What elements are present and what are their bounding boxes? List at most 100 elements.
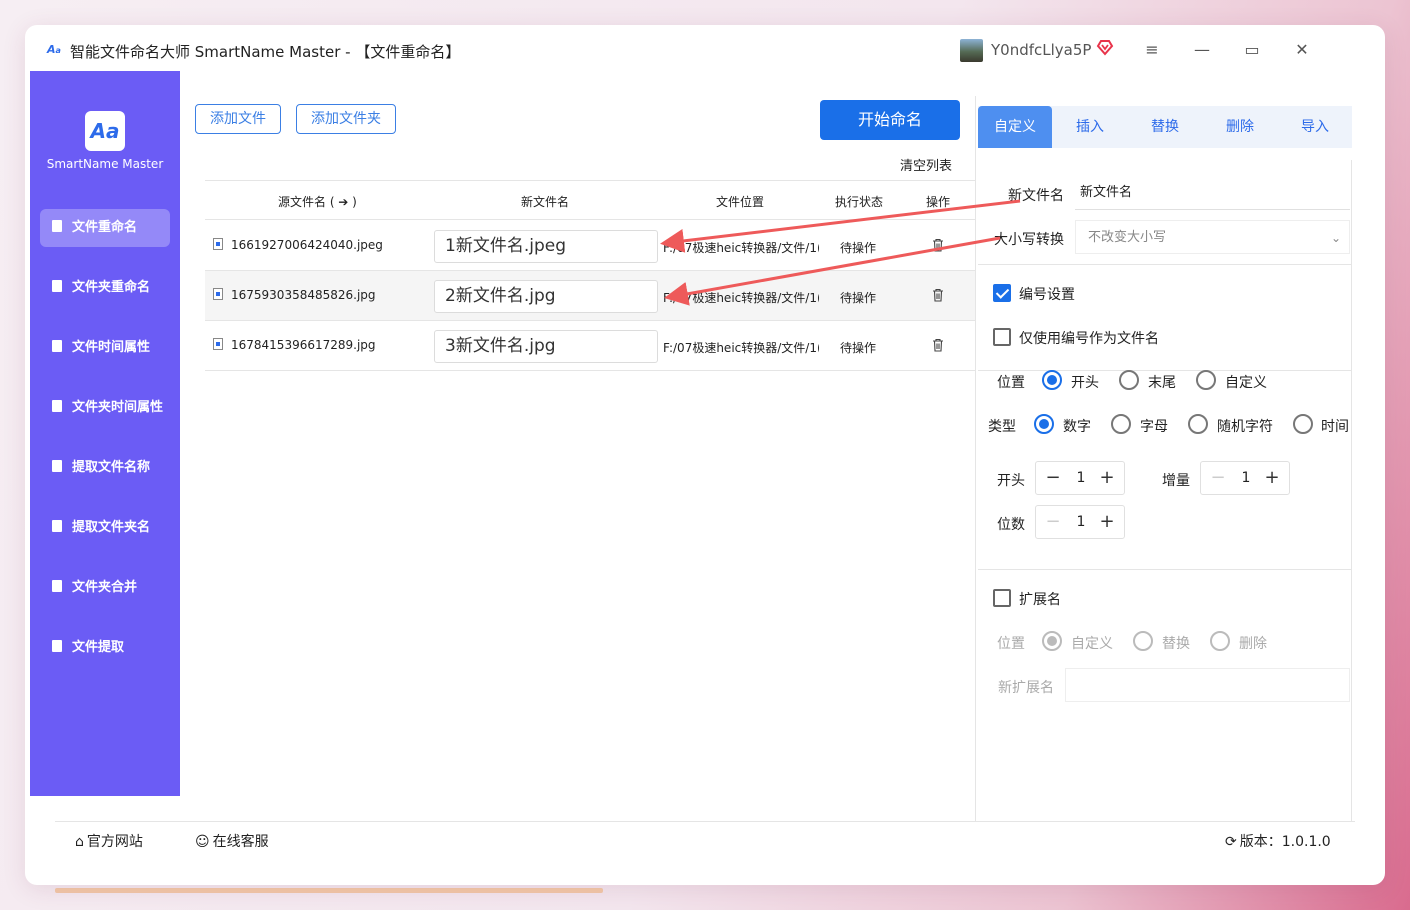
add-folder-button[interactable]: 添加文件夹 bbox=[296, 104, 396, 134]
website-link[interactable]: ⌂ 官方网站 bbox=[75, 831, 143, 851]
new-filename-field[interactable]: 3新文件名.jpg bbox=[434, 330, 658, 363]
minus-icon[interactable]: − bbox=[1209, 468, 1227, 488]
new-filename-field[interactable]: 1新文件名.jpeg bbox=[434, 230, 658, 263]
header-status: 执行状态 bbox=[835, 195, 884, 209]
type-letter-label: 字母 bbox=[1140, 419, 1168, 435]
new-ext-label: 新扩展名 bbox=[998, 680, 1054, 696]
trash-icon[interactable] bbox=[932, 288, 944, 302]
tab-replace[interactable]: 替换 bbox=[1128, 106, 1202, 148]
type-letter-radio[interactable] bbox=[1111, 414, 1131, 434]
window-title: 智能文件命名大师 SmartName Master - 【文件重命名】 bbox=[70, 43, 461, 61]
menu-icon[interactable]: ≡ bbox=[1140, 38, 1164, 62]
new-filename-field[interactable]: 2新文件名.jpg bbox=[434, 280, 658, 313]
table-header: 源文件名 ( ➔ ) 新文件名 文件位置 执行状态 操作 bbox=[205, 180, 975, 220]
position-start-radio[interactable] bbox=[1042, 370, 1062, 390]
maximize-button[interactable]: ▭ bbox=[1240, 38, 1264, 62]
support-icon: ☺ bbox=[195, 834, 210, 850]
type-time-radio[interactable] bbox=[1293, 414, 1313, 434]
ext-position-label: 位置 bbox=[997, 636, 1025, 652]
ext-replace-label: 替换 bbox=[1162, 636, 1190, 652]
file-location: F:/07极速heic转换器/文件/1( bbox=[663, 241, 819, 255]
sidebar-item-file-rename[interactable]: 文件重命名 bbox=[40, 209, 170, 247]
sidebar-item-folder-rename[interactable]: 文件夹重命名 bbox=[40, 269, 170, 307]
app-logo-icon: Aa bbox=[47, 43, 61, 56]
plus-icon[interactable]: + bbox=[1098, 512, 1116, 532]
ext-replace-radio[interactable] bbox=[1133, 631, 1153, 651]
header-source[interactable]: 源文件名 ( ➔ ) bbox=[278, 193, 357, 210]
ext-delete-label: 删除 bbox=[1239, 636, 1267, 652]
file-icon bbox=[213, 238, 223, 250]
new-ext-input[interactable] bbox=[1065, 668, 1350, 702]
start-stepper[interactable]: − 1 + bbox=[1035, 461, 1125, 495]
minus-icon[interactable]: − bbox=[1044, 512, 1062, 532]
position-label: 位置 bbox=[997, 375, 1025, 391]
sidebar-item-file-extract[interactable]: 文件提取 bbox=[40, 629, 170, 667]
user-avatar[interactable] bbox=[960, 39, 983, 62]
start-label: 开头 bbox=[997, 473, 1025, 489]
start-rename-button[interactable]: 开始命名 bbox=[820, 100, 960, 140]
status-text: 待操作 bbox=[840, 291, 877, 305]
home-icon: ⌂ bbox=[75, 834, 84, 850]
file-icon bbox=[213, 338, 223, 350]
type-number-radio[interactable] bbox=[1034, 414, 1054, 434]
trash-icon[interactable] bbox=[932, 238, 944, 252]
close-button[interactable]: ✕ bbox=[1290, 38, 1314, 62]
ext-custom-radio[interactable] bbox=[1042, 631, 1062, 651]
type-number-label: 数字 bbox=[1063, 419, 1091, 435]
clear-list-button[interactable]: 清空列表 bbox=[900, 155, 952, 174]
version-info[interactable]: ⟳ 版本：1.0.1.0 bbox=[1225, 831, 1331, 851]
type-random-radio[interactable] bbox=[1188, 414, 1208, 434]
table-row[interactable]: 1678415396617289.jpg 3新文件名.jpg F:/07极速he… bbox=[205, 321, 975, 371]
username[interactable]: Y0ndfcLlya5P bbox=[991, 41, 1091, 59]
support-link[interactable]: ☺ 在线客服 bbox=[195, 831, 269, 851]
file-icon bbox=[213, 288, 223, 300]
case-select[interactable]: 不改变大小写 ⌄ bbox=[1075, 220, 1350, 254]
sidebar-item-folder-merge[interactable]: 文件夹合并 bbox=[40, 569, 170, 607]
sidebar-item-extract-foldername[interactable]: 提取文件夹名 bbox=[40, 509, 170, 547]
add-file-button[interactable]: 添加文件 bbox=[195, 104, 281, 134]
minimize-button[interactable]: — bbox=[1190, 38, 1214, 62]
new-name-label: 新文件名 bbox=[1008, 188, 1064, 204]
brand-name: SmartName Master bbox=[46, 157, 164, 171]
numbering-label: 编号设置 bbox=[1019, 287, 1075, 303]
header-location: 文件位置 bbox=[716, 195, 765, 209]
tab-insert[interactable]: 插入 bbox=[1053, 106, 1127, 148]
footer: ⌂ 官方网站 ☺ 在线客服 ⟳ 版本：1.0.1.0 bbox=[55, 821, 1355, 855]
document-icon bbox=[52, 280, 62, 292]
sidebar-item-extract-filename[interactable]: 提取文件名称 bbox=[40, 449, 170, 487]
increment-stepper[interactable]: − 1 + bbox=[1200, 461, 1290, 495]
divider bbox=[978, 370, 1352, 371]
minus-icon[interactable]: − bbox=[1044, 468, 1062, 488]
sidebar-item-folder-time[interactable]: 文件夹时间属性 bbox=[40, 389, 170, 427]
plus-icon[interactable]: + bbox=[1098, 468, 1116, 488]
tab-custom[interactable]: 自定义 bbox=[978, 106, 1052, 148]
source-filename: 1661927006424040.jpeg bbox=[231, 238, 383, 252]
start-value[interactable]: 1 bbox=[1072, 470, 1090, 486]
digits-value[interactable]: 1 bbox=[1072, 514, 1090, 530]
trash-icon[interactable] bbox=[932, 338, 944, 352]
type-label: 类型 bbox=[988, 419, 1016, 435]
case-label: 大小写转换 bbox=[994, 232, 1064, 248]
vip-diamond-icon[interactable] bbox=[1096, 38, 1114, 56]
document-icon bbox=[52, 580, 62, 592]
numbering-checkbox[interactable] bbox=[993, 284, 1011, 302]
new-name-input[interactable]: 新文件名 bbox=[1075, 176, 1350, 210]
extension-checkbox[interactable] bbox=[993, 589, 1011, 607]
tab-delete[interactable]: 删除 bbox=[1203, 106, 1277, 148]
status-text: 待操作 bbox=[840, 241, 877, 255]
position-custom-radio[interactable] bbox=[1196, 370, 1216, 390]
table-row[interactable]: 1661927006424040.jpeg 1新文件名.jpeg F:/07极速… bbox=[205, 221, 975, 271]
plus-icon[interactable]: + bbox=[1263, 468, 1281, 488]
document-icon bbox=[52, 520, 62, 532]
header-new-name: 新文件名 bbox=[521, 195, 570, 209]
table-row[interactable]: 1675930358485826.jpg 2新文件名.jpg F:/07极速he… bbox=[205, 271, 975, 321]
ext-delete-radio[interactable] bbox=[1210, 631, 1230, 651]
increment-value[interactable]: 1 bbox=[1237, 470, 1255, 486]
tab-import[interactable]: 导入 bbox=[1278, 106, 1352, 148]
document-icon bbox=[52, 640, 62, 652]
refresh-icon: ⟳ bbox=[1225, 834, 1237, 850]
only-number-checkbox[interactable] bbox=[993, 328, 1011, 346]
sidebar-item-file-time[interactable]: 文件时间属性 bbox=[40, 329, 170, 367]
position-end-radio[interactable] bbox=[1119, 370, 1139, 390]
digits-stepper[interactable]: − 1 + bbox=[1035, 505, 1125, 539]
